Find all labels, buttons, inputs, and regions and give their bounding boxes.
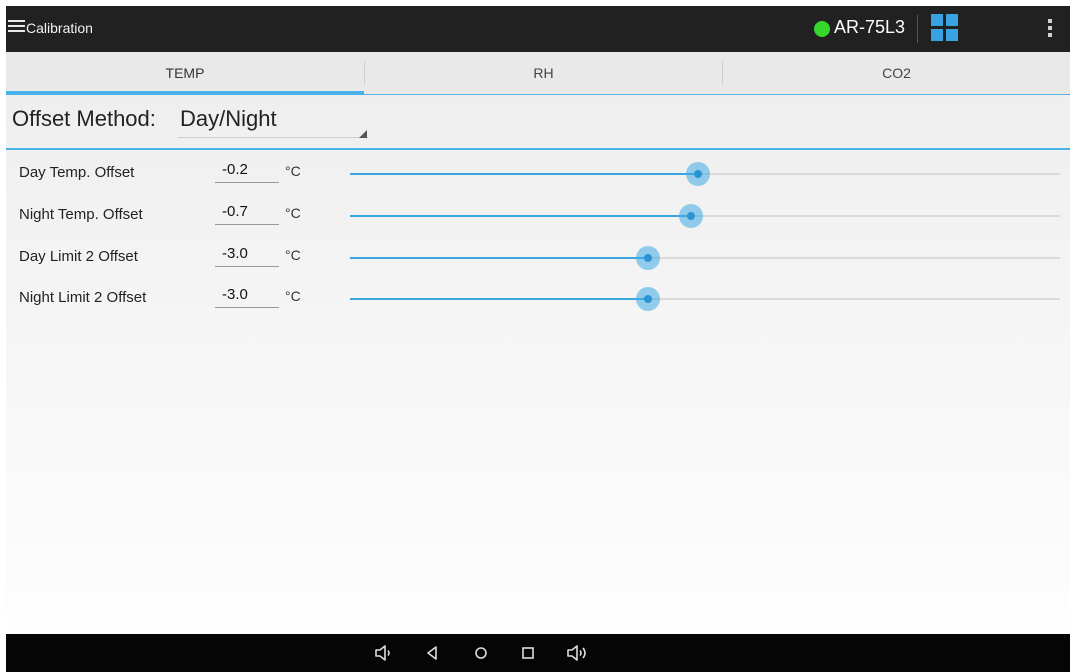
navigation-bar bbox=[6, 634, 1070, 672]
offset-method-label: Offset Method: bbox=[12, 106, 156, 131]
tab-temp[interactable]: TEMP bbox=[6, 52, 364, 94]
divider bbox=[917, 15, 918, 43]
offset-label: Day Temp. Offset bbox=[19, 164, 135, 181]
day-temp-offset-slider[interactable] bbox=[350, 162, 1060, 186]
app-title: Calibration bbox=[26, 20, 93, 36]
day-limit2-offset-field[interactable]: -3.0 bbox=[222, 245, 248, 262]
tab-co2[interactable]: CO2 bbox=[723, 52, 1070, 94]
grid-icon[interactable] bbox=[931, 14, 958, 41]
app-bar: Calibration AR-75L3 bbox=[6, 6, 1070, 52]
offset-method-spinner[interactable]: Day/Night bbox=[180, 106, 277, 132]
spinner-arrow-icon[interactable] bbox=[359, 130, 367, 138]
slider-thumb[interactable] bbox=[636, 287, 661, 311]
connection-status-icon bbox=[814, 21, 830, 37]
device-name[interactable]: AR-75L3 bbox=[834, 17, 905, 38]
slider-fill bbox=[350, 257, 649, 259]
night-limit2-offset-slider[interactable] bbox=[350, 287, 1060, 311]
slider-fill bbox=[350, 298, 649, 300]
unit-label: °C bbox=[285, 205, 301, 221]
recents-icon[interactable] bbox=[520, 644, 536, 662]
calibration-screen: Calibration AR-75L3 TEMP RH CO2 Offset M… bbox=[6, 6, 1070, 672]
tab-bar: TEMP RH CO2 bbox=[6, 52, 1070, 95]
unit-label: °C bbox=[285, 288, 301, 304]
offset-label: Day Limit 2 Offset bbox=[19, 248, 138, 265]
slider-fill bbox=[350, 215, 691, 217]
slider-fill bbox=[350, 173, 698, 175]
night-temp-offset-field[interactable]: -0.7 bbox=[222, 203, 248, 220]
slider-thumb[interactable] bbox=[685, 162, 710, 186]
menu-icon[interactable] bbox=[8, 20, 25, 34]
field-underline bbox=[215, 266, 279, 267]
day-temp-offset-field[interactable]: -0.2 bbox=[222, 161, 248, 178]
field-underline bbox=[215, 307, 279, 308]
field-underline bbox=[215, 182, 279, 183]
night-limit2-offset-field[interactable]: -3.0 bbox=[222, 286, 248, 303]
offset-label: Night Limit 2 Offset bbox=[19, 289, 147, 306]
volume-down-icon[interactable] bbox=[374, 644, 394, 662]
unit-label: °C bbox=[285, 163, 301, 179]
offset-label: Night Temp. Offset bbox=[19, 206, 143, 223]
slider-thumb[interactable] bbox=[636, 246, 661, 270]
day-temp-offset-row: Day Temp. Offset -0.2 °C bbox=[6, 152, 1070, 192]
tab-rh[interactable]: RH bbox=[365, 52, 722, 94]
unit-label: °C bbox=[285, 247, 301, 263]
back-icon[interactable] bbox=[424, 644, 440, 662]
spinner-underline bbox=[178, 137, 368, 138]
offset-method-row: Offset Method: Day/Night bbox=[6, 94, 1070, 150]
slider-thumb[interactable] bbox=[678, 204, 703, 228]
field-underline bbox=[215, 224, 279, 225]
night-temp-offset-row: Night Temp. Offset -0.7 °C bbox=[6, 194, 1070, 234]
day-limit2-offset-row: Day Limit 2 Offset -3.0 °C bbox=[6, 236, 1070, 276]
home-icon[interactable] bbox=[473, 644, 489, 662]
night-temp-offset-slider[interactable] bbox=[350, 204, 1060, 228]
volume-up-icon[interactable] bbox=[566, 644, 590, 662]
overflow-menu-icon[interactable] bbox=[1048, 19, 1052, 39]
night-limit2-offset-row: Night Limit 2 Offset -3.0 °C bbox=[6, 277, 1070, 317]
day-limit2-offset-slider[interactable] bbox=[350, 246, 1060, 270]
